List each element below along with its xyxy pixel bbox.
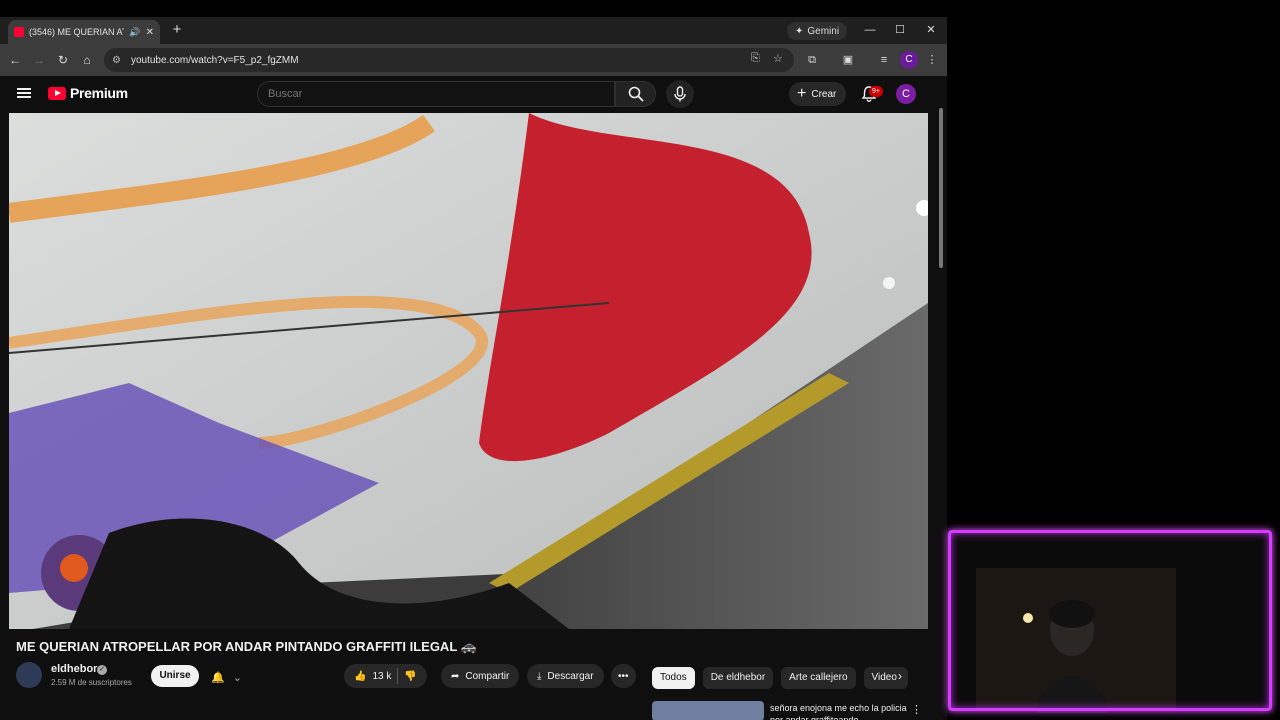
url-text: youtube.com/watch?v=F5_p2_fgZMM: [130, 54, 299, 66]
gemini-label: Gemini: [807, 25, 840, 37]
like-count: 13 k: [372, 670, 392, 682]
thumbs-up-icon: 👍: [354, 670, 367, 682]
pill-divider: [397, 668, 399, 684]
browser-profile-avatar[interactable]: C: [900, 51, 918, 69]
sparkle-icon: ✦: [795, 25, 804, 37]
recommendation-thumbnail[interactable]: [652, 701, 764, 720]
search-icon: [628, 86, 644, 102]
plus-icon: +: [797, 85, 807, 102]
more-actions-button[interactable]: •••: [611, 664, 636, 688]
video-frame: [9, 113, 928, 629]
menu-icon[interactable]: [16, 86, 32, 102]
webcam-neon-frame: [948, 530, 1272, 711]
screen: (3546) ME QUERIAN ATROPELLAR 🔊 ✕ + ✦ Gem…: [0, 0, 1280, 720]
tab-bar: (3546) ME QUERIAN ATROPELLAR 🔊 ✕ + ✦ Gem…: [0, 17, 947, 44]
create-label: Crear: [811, 88, 837, 100]
download-label: Descargar: [547, 670, 594, 682]
youtube-header: Premium + Crear: [0, 76, 947, 114]
split-view-icon[interactable]: ▣: [840, 52, 856, 68]
download-icon: ⤓: [537, 670, 542, 682]
thumbs-down-icon: 👎: [404, 670, 417, 682]
join-button[interactable]: Unirse: [151, 665, 199, 687]
video-player[interactable]: [9, 113, 928, 629]
search-button[interactable]: [615, 81, 656, 107]
more-vertical-icon[interactable]: ⋮: [911, 703, 922, 716]
browser-menu-icon[interactable]: ⋮: [924, 52, 940, 68]
back-button[interactable]: ←: [7, 52, 23, 68]
recommendation-title[interactable]: señora enojona me echo la policia por an…: [770, 702, 910, 720]
address-bar[interactable]: ⚙ youtube.com/watch?v=F5_p2_fgZMM ⎘ ☆: [104, 48, 794, 72]
youtube-favicon-icon: [14, 27, 24, 37]
youtube-logo[interactable]: Premium: [48, 85, 128, 101]
toolbar: ← → ↻ ⌂ ⚙ youtube.com/watch?v=F5_p2_fgZM…: [0, 44, 947, 76]
browser-window: (3546) ME QUERIAN ATROPELLAR 🔊 ✕ + ✦ Gem…: [0, 17, 947, 720]
channel-name[interactable]: eldhebor: [51, 663, 97, 675]
extensions-icon[interactable]: ⧉: [804, 52, 820, 68]
gemini-button[interactable]: ✦ Gemini: [787, 22, 848, 40]
chevron-right-icon[interactable]: ›: [898, 669, 902, 683]
search-input[interactable]: [268, 88, 614, 100]
video-title: ME QUERIAN ATROPELLAR POR ANDAR PINTANDO…: [16, 639, 477, 654]
voice-search-button[interactable]: [666, 80, 694, 108]
verified-icon: ✓: [97, 665, 107, 675]
chip-channel[interactable]: De eldhebor: [702, 667, 774, 689]
close-tab-icon[interactable]: ✕: [146, 27, 154, 38]
browser-tab[interactable]: (3546) ME QUERIAN ATROPELLAR 🔊 ✕: [8, 20, 160, 44]
speaker-icon[interactable]: 🔊: [129, 27, 140, 38]
account-avatar[interactable]: C: [896, 84, 916, 104]
share-button[interactable]: ➦ Compartir: [441, 664, 520, 688]
like-dislike-group: 👍 13 k 👎: [344, 664, 427, 688]
maximize-button[interactable]: ☐: [892, 22, 908, 38]
filter-chips: Todos De eldhebor Arte callejero Video: [652, 667, 908, 689]
create-button[interactable]: + Crear: [789, 82, 847, 106]
search-box[interactable]: [257, 81, 615, 107]
subscription-bell-button[interactable]: 🔔 ⌄: [211, 667, 251, 687]
chip-all[interactable]: Todos: [652, 667, 695, 689]
youtube-play-icon: [48, 86, 66, 100]
bookmark-star-icon[interactable]: ☆: [773, 52, 783, 65]
minimize-button[interactable]: —: [862, 22, 878, 38]
site-info-icon[interactable]: ⚙: [112, 55, 121, 66]
dislike-button[interactable]: 👎: [404, 671, 416, 682]
reload-button[interactable]: ↻: [55, 52, 71, 68]
channel-avatar[interactable]: [16, 662, 42, 688]
share-label: Compartir: [465, 670, 510, 682]
subscriber-count: 2.59 M de suscriptores: [51, 678, 132, 687]
like-button[interactable]: 👍 13 k: [354, 671, 391, 682]
more-horizontal-icon: •••: [618, 670, 629, 682]
scrollbar-thumb[interactable]: [939, 108, 943, 268]
install-app-icon[interactable]: ⎘: [751, 52, 760, 65]
close-window-button[interactable]: ✕: [923, 22, 939, 38]
chevron-down-icon: ⌄: [232, 671, 242, 684]
media-controls-icon[interactable]: ≡: [876, 52, 892, 68]
microphone-icon: [674, 86, 686, 102]
webcam-overlay: [946, 528, 1274, 713]
forward-button[interactable]: →: [31, 52, 47, 68]
download-button[interactable]: ⤓ Descargar: [527, 664, 604, 688]
bell-icon: 🔔: [211, 671, 225, 684]
new-tab-button[interactable]: +: [169, 22, 185, 38]
home-button[interactable]: ⌂: [79, 52, 95, 68]
logo-text: Premium: [70, 85, 128, 101]
page-scrollbar[interactable]: [938, 96, 944, 720]
notification-count-badge: 9+: [869, 86, 883, 97]
share-arrow-icon: ➦: [451, 670, 460, 682]
chip-street-art[interactable]: Arte callejero: [781, 667, 856, 689]
tab-title: (3546) ME QUERIAN ATROPELLAR: [29, 27, 124, 37]
